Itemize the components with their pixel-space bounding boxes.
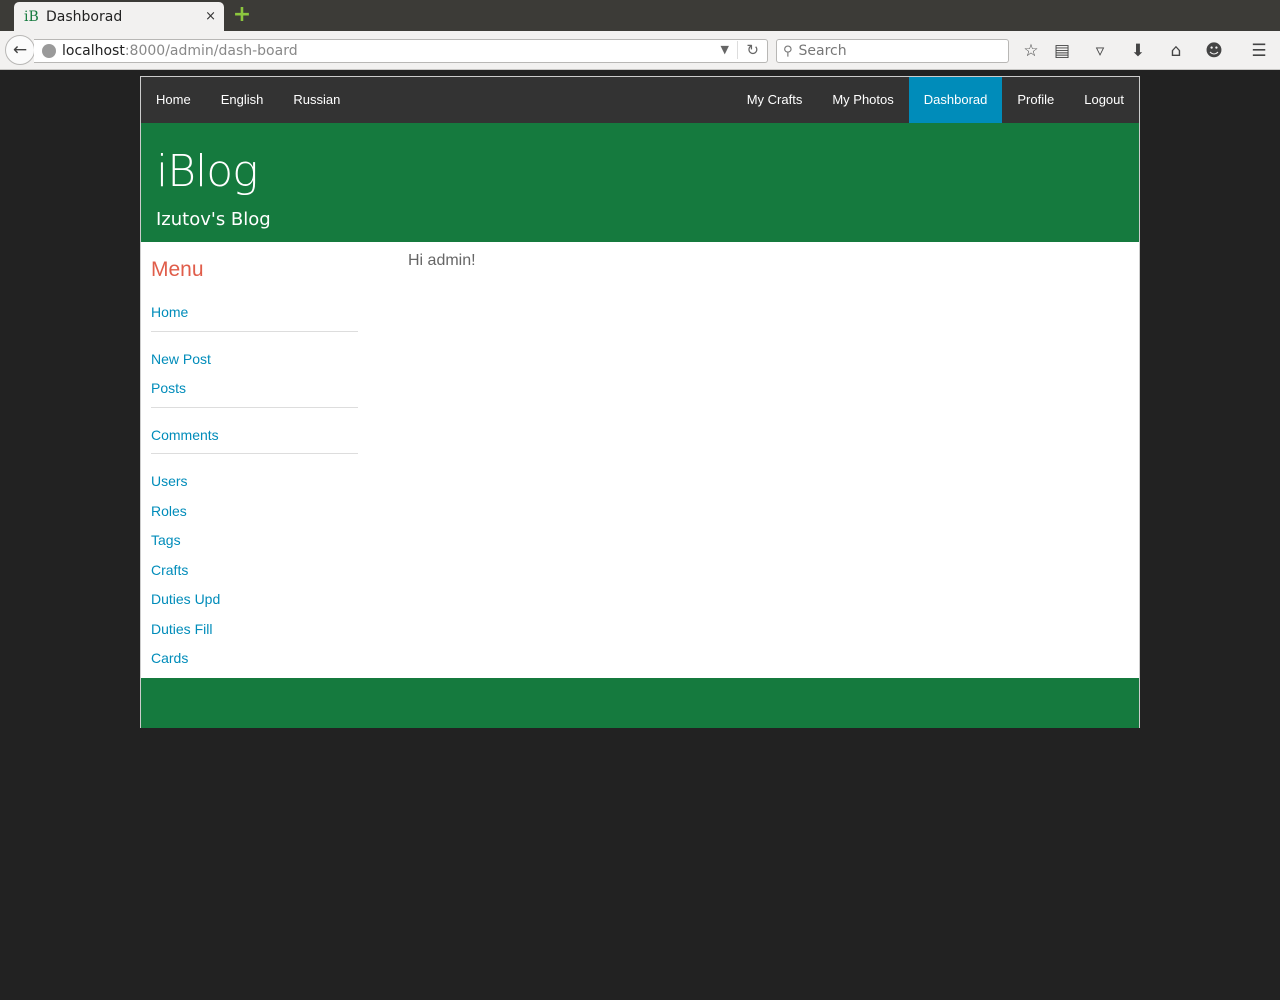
sidebar-divider xyxy=(151,330,358,332)
back-arrow-icon[interactable]: ← xyxy=(5,35,35,65)
sidebar-item-duties-upd[interactable]: Duties Upd xyxy=(151,589,358,619)
nav-link-my-crafts[interactable]: My Crafts xyxy=(732,77,818,123)
menu-title: Menu xyxy=(151,258,204,281)
new-tab-icon[interactable]: + xyxy=(232,4,252,26)
sidebar-list-item: Comments xyxy=(151,425,358,455)
sidebar-divider xyxy=(151,453,358,454)
sidebar-list-item: Posts xyxy=(151,378,358,408)
sidebar-list-item: Cards xyxy=(151,648,358,678)
hello-chat-icon[interactable]: ☻ xyxy=(1203,40,1225,62)
url-path: :8000/admin/dash-board xyxy=(124,43,298,59)
menu-hamburger-icon[interactable]: ☰ xyxy=(1248,40,1270,62)
sidebar-group: Home xyxy=(151,302,358,332)
reading-list-icon[interactable]: ▤ xyxy=(1051,40,1073,62)
search-icon: ⚲ xyxy=(783,43,793,59)
top-navbar: Home English Russian My Crafts My Photos Das… xyxy=(141,77,1139,123)
sidebar-item-cards[interactable]: Cards xyxy=(151,648,358,678)
pocket-icon[interactable]: ▿ xyxy=(1089,40,1111,62)
nav-link-dashborad[interactable]: Dashborad xyxy=(908,77,1003,123)
sidebar-list-item: Duties Upd xyxy=(151,589,358,619)
sidebar-group: New Post Posts xyxy=(151,349,358,408)
sidebar-item-users[interactable]: Users xyxy=(151,471,358,501)
sidebar-item-comments[interactable]: Comments xyxy=(151,425,358,455)
sidebar-item-new-post[interactable]: New Post xyxy=(151,349,358,379)
nav-link-logout[interactable]: Logout xyxy=(1069,77,1139,123)
main-content: Hi admin! xyxy=(408,252,476,270)
home-icon[interactable]: ⌂ xyxy=(1165,40,1187,62)
search-input[interactable] xyxy=(798,43,989,59)
url-dropdown-icon[interactable]: ▼ xyxy=(721,43,729,56)
download-icon[interactable]: ⬇ xyxy=(1127,40,1149,62)
site-subtitle: Izutov's Blog xyxy=(156,209,271,230)
sidebar-item-posts[interactable]: Posts xyxy=(151,378,358,408)
nav-item: Russian xyxy=(278,77,355,123)
sidebar-list-item: Tags xyxy=(151,530,358,560)
sidebar-item-crafts[interactable]: Crafts xyxy=(151,560,358,590)
sidebar-item-roles[interactable]: Roles xyxy=(151,501,358,531)
sidebar-group: Users Roles Tags Crafts Duties Upd Duties Fil… xyxy=(151,471,358,678)
nav-item: Home xyxy=(141,77,206,123)
tab-title: Dashborad xyxy=(46,8,123,25)
sidebar-menu: Home New Post Posts Comments Users Roles Tags C… xyxy=(151,302,358,678)
browser-toolbar: ← localhost:8000/admin/dash-board ▼ ↻ ⚲ … xyxy=(0,31,1280,70)
sidebar-divider xyxy=(151,406,358,408)
browser-tabstrip: iB Dashborad × + xyxy=(0,0,1280,31)
reload-icon[interactable]: ↻ xyxy=(737,41,759,59)
sidebar-list-item: Roles xyxy=(151,501,358,531)
nav-link-russian[interactable]: Russian xyxy=(278,77,355,123)
site-footer xyxy=(141,678,1139,728)
sidebar-item-tags[interactable]: Tags xyxy=(151,530,358,560)
bookmark-star-icon[interactable]: ☆ xyxy=(1020,40,1042,62)
browser-search-bar[interactable]: ⚲ xyxy=(776,39,1009,63)
sidebar-item-duties-fill[interactable]: Duties Fill xyxy=(151,619,358,649)
site-title: iBlog xyxy=(156,146,259,197)
sidebar-list-item: Crafts xyxy=(151,560,358,590)
greeting-text: Hi admin! xyxy=(408,252,476,269)
sidebar-group: Comments xyxy=(151,425,358,455)
nav-item: My Photos xyxy=(817,77,908,123)
favicon-icon: iB xyxy=(24,8,39,25)
nav-item: Profile xyxy=(1002,77,1069,123)
sidebar-item-home[interactable]: Home xyxy=(151,302,358,332)
nav-item: Dashborad xyxy=(908,77,1003,123)
url-bar[interactable]: localhost:8000/admin/dash-board ▼ ↻ xyxy=(34,39,768,63)
url-host: localhost xyxy=(62,43,125,59)
nav-item: My Crafts xyxy=(732,77,818,123)
nav-link-profile[interactable]: Profile xyxy=(1002,77,1069,123)
nav-link-english[interactable]: English xyxy=(206,77,279,123)
sidebar: Menu Home New Post Posts Comments Users Roles… xyxy=(151,258,358,678)
site-header: iBlog Izutov's Blog xyxy=(141,123,1139,242)
sidebar-list-item: Home xyxy=(151,302,358,332)
sidebar-list-item: Users xyxy=(151,471,358,501)
nav-right: My Crafts My Photos Dashborad Profile Logout xyxy=(732,77,1139,123)
nav-item: English xyxy=(206,77,279,123)
nav-link-home[interactable]: Home xyxy=(141,77,206,123)
sidebar-list-item: Duties Fill xyxy=(151,619,358,649)
sidebar-list-item: New Post xyxy=(151,349,358,379)
content-area: Menu Home New Post Posts Comments Users Roles… xyxy=(141,242,1139,678)
nav-left: Home English Russian xyxy=(141,77,355,123)
close-tab-icon[interactable]: × xyxy=(205,9,216,24)
nav-link-my-photos[interactable]: My Photos xyxy=(817,77,908,123)
nav-item: Logout xyxy=(1069,77,1139,123)
page-container: Home English Russian My Crafts My Photos Das… xyxy=(140,76,1140,728)
globe-icon xyxy=(42,44,56,58)
browser-tab[interactable]: iB Dashborad × xyxy=(14,2,224,31)
